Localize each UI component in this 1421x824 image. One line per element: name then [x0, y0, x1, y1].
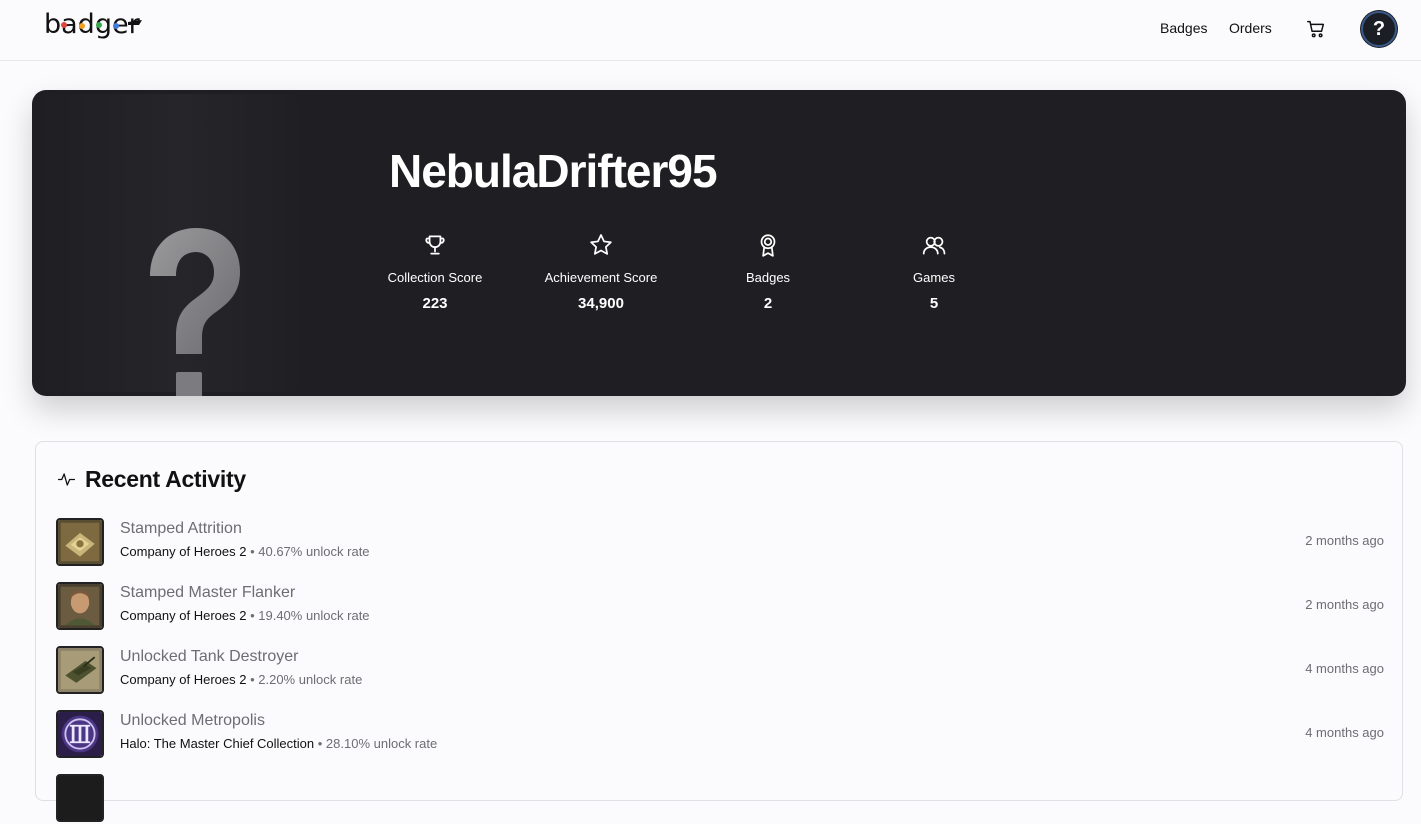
- activity-unlock-rate: • 2.20% unlock rate: [250, 672, 363, 687]
- stat-label: Achievement Score: [544, 270, 658, 285]
- activity-row[interactable]: Unlocked Metropolis Halo: The Master Chi…: [56, 710, 1384, 760]
- stat-value: 2: [763, 295, 773, 312]
- activity-game: Company of Heroes 2: [120, 608, 247, 623]
- activity-game: Halo: The Master Chief Collection: [120, 736, 315, 751]
- activity-meta: Company of Heroes 2 • 19.40% unlock rate: [120, 608, 370, 623]
- stat-achievement-score: Achievement Score 34,900: [516, 232, 686, 312]
- star-icon: [590, 234, 612, 255]
- stat-value: 34,900: [578, 295, 624, 312]
- achievement-thumbnail: [56, 646, 104, 694]
- profile-hero: NebulaDrifter95 Collection Score 223 Ach…: [32, 90, 1406, 396]
- activity-title: Unlocked Metropolis: [120, 712, 265, 729]
- activity-icon: [57, 473, 76, 486]
- stat-value: 5: [929, 295, 939, 312]
- stat-value: 223: [422, 295, 448, 312]
- badger-logo[interactable]: badger: [42, 8, 146, 50]
- recent-activity-panel: Recent Activity Stamped Attrition Compan…: [35, 441, 1403, 822]
- activity-title: Unlocked Tank Destroyer: [120, 648, 299, 665]
- help-icon: ?: [1372, 17, 1386, 40]
- achievement-thumbnail: [56, 710, 104, 758]
- nav-orders-link[interactable]: Orders: [1229, 20, 1272, 36]
- achievement-thumbnail: [56, 774, 104, 822]
- stat-label: Collection Score: [387, 270, 483, 285]
- activity-title: Stamped Master Flanker: [120, 584, 296, 601]
- activity-meta: Company of Heroes 2 • 40.67% unlock rate: [120, 544, 370, 559]
- question-mark-icon: [150, 228, 240, 396]
- activity-row[interactable]: [56, 774, 1384, 824]
- activity-game: Company of Heroes 2: [120, 672, 247, 687]
- profile-username: NebulaDrifter95: [389, 145, 718, 197]
- activity-meta: Company of Heroes 2 • 2.20% unlock rate: [120, 672, 362, 687]
- achievement-thumbnail: [56, 582, 104, 630]
- top-nav: badger Badges Orders ?: [0, 0, 1421, 61]
- activity-unlock-rate: • 19.40% unlock rate: [250, 608, 370, 623]
- activity-unlock-rate: • 28.10% unlock rate: [317, 736, 438, 751]
- activity-row[interactable]: Stamped Master Flanker Company of Heroes…: [56, 582, 1384, 632]
- recent-activity-header: Recent Activity: [57, 466, 246, 493]
- trophy-icon: [425, 235, 445, 255]
- achievement-thumbnail: [56, 518, 104, 566]
- stat-badges: Badges 2: [683, 232, 853, 312]
- activity-row[interactable]: Unlocked Tank Destroyer Company of Heroe…: [56, 646, 1384, 696]
- activity-title: Stamped Attrition: [120, 520, 242, 537]
- activity-meta: Halo: The Master Chief Collection • 28.1…: [120, 736, 437, 751]
- cart-icon[interactable]: [1305, 18, 1327, 40]
- activity-time: 2 months ago: [1305, 533, 1384, 548]
- nav-badges-link[interactable]: Badges: [1160, 20, 1207, 36]
- activity-row[interactable]: Stamped Attrition Company of Heroes 2 • …: [56, 518, 1384, 568]
- recent-activity-title: Recent Activity: [85, 466, 246, 492]
- activity-time: 4 months ago: [1305, 661, 1384, 676]
- svg-text:badger: badger: [44, 9, 141, 40]
- activity-time: 2 months ago: [1305, 597, 1384, 612]
- activity-time: 4 months ago: [1305, 725, 1384, 740]
- help-avatar-button[interactable]: ?: [1361, 11, 1397, 47]
- stat-collection-score: Collection Score 223: [350, 232, 520, 312]
- award-icon: [760, 234, 776, 257]
- activity-unlock-rate: • 40.67% unlock rate: [250, 544, 370, 559]
- activity-game: Company of Heroes 2: [120, 544, 247, 559]
- stat-games: Games 5: [849, 232, 1019, 312]
- users-icon: [922, 236, 946, 255]
- stat-label: Games: [913, 270, 955, 285]
- stat-label: Badges: [745, 270, 791, 285]
